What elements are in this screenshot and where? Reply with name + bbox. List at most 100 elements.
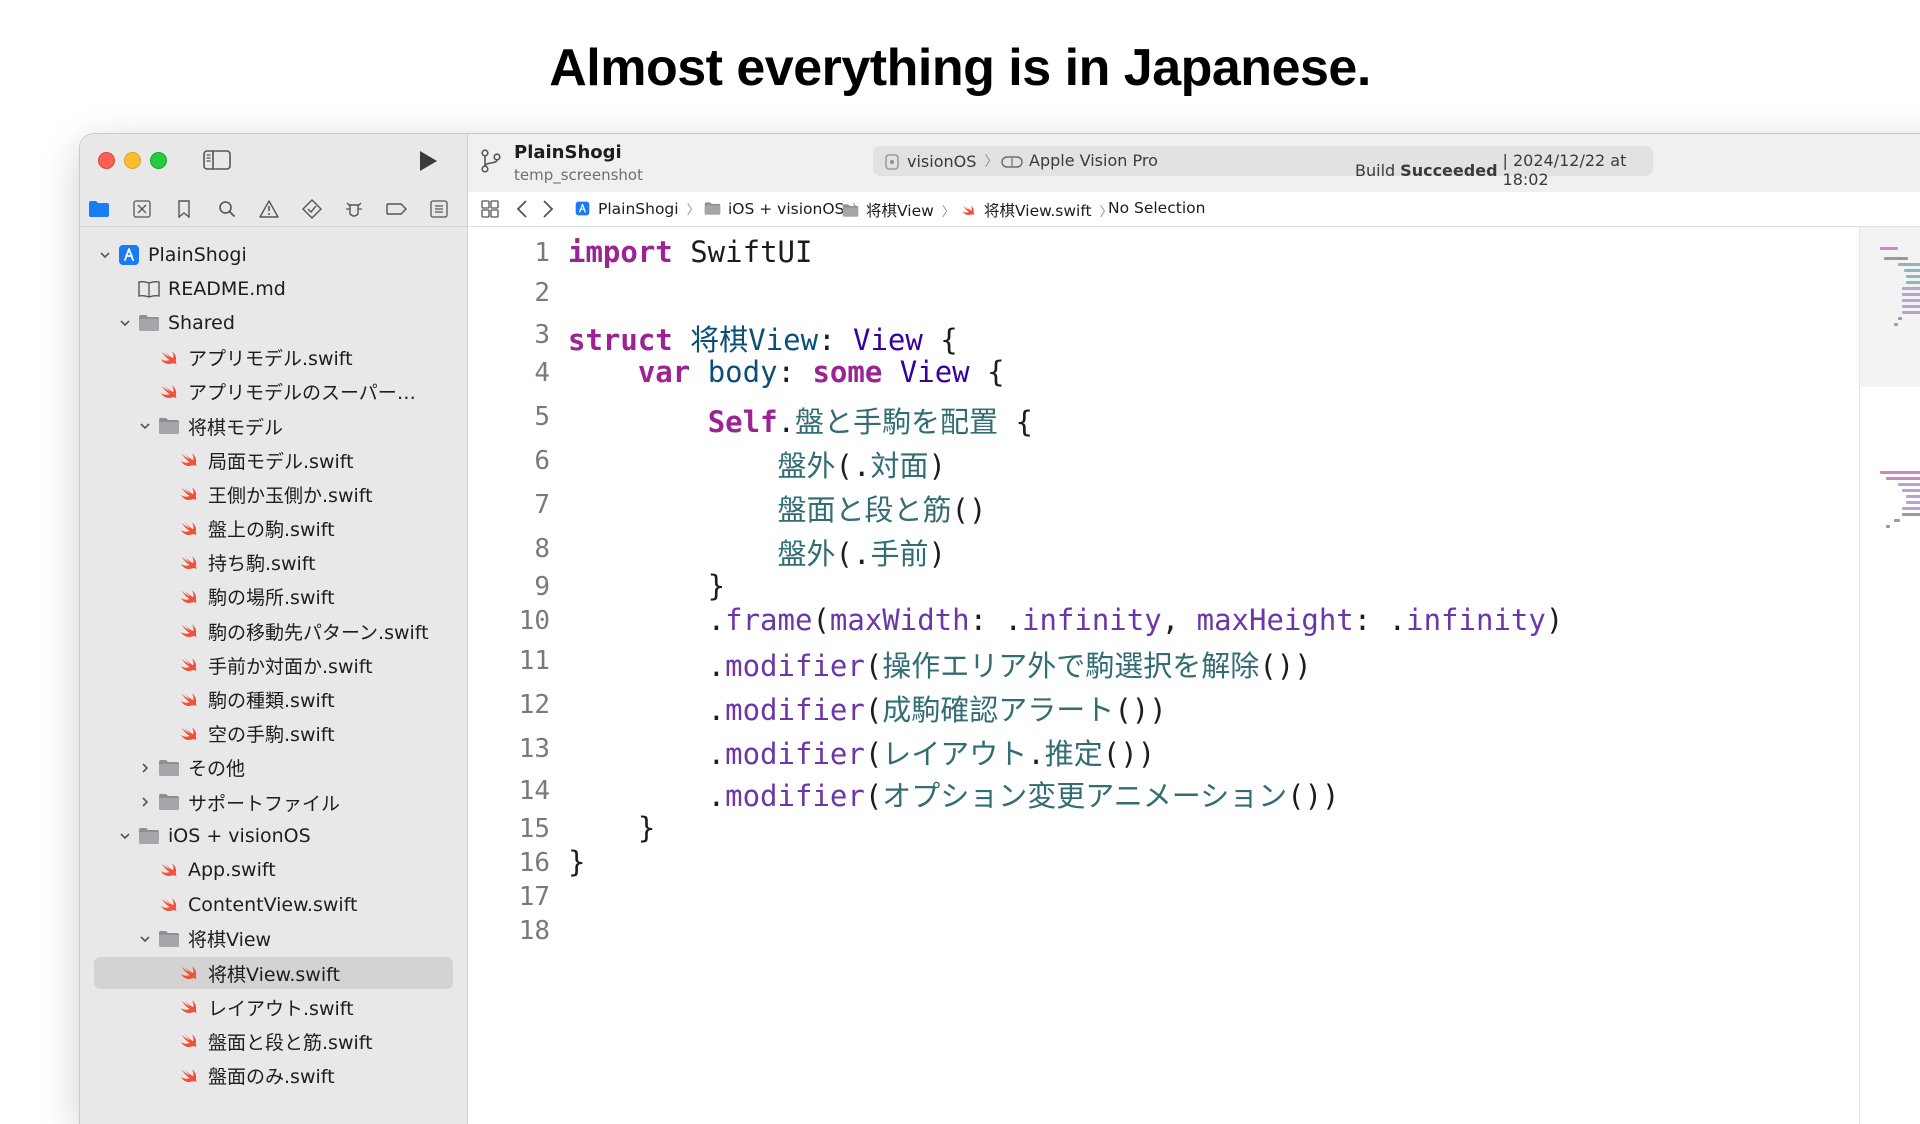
tree-file[interactable]: 盤面のみ.swift bbox=[80, 1059, 467, 1093]
tree-file[interactable]: アプリモデル.swift bbox=[80, 341, 467, 375]
tree-item-label: アプリモデルのスーパーク… bbox=[188, 382, 428, 405]
tree-item-label: 盤面のみ.swift bbox=[208, 1066, 335, 1089]
search-icon[interactable] bbox=[216, 198, 238, 220]
tree-file[interactable]: 将棋View.swift bbox=[80, 956, 467, 990]
tree-file[interactable]: 手前か対面か.swift bbox=[80, 648, 467, 682]
chevron-down-icon[interactable] bbox=[138, 932, 152, 946]
tree-file[interactable]: App.swift bbox=[80, 853, 467, 887]
code-line[interactable]: .modifier(操作エリア外で駒選択を解除()) bbox=[568, 643, 1312, 685]
chevron-down-icon[interactable] bbox=[118, 829, 132, 843]
back-chevron-icon[interactable] bbox=[512, 199, 532, 219]
code-line[interactable]: } bbox=[568, 811, 655, 845]
chevron-down-icon[interactable] bbox=[118, 316, 132, 330]
swift-icon bbox=[960, 201, 978, 219]
breadcrumb-item[interactable]: No Selection bbox=[1108, 199, 1205, 217]
breakpoint-icon[interactable] bbox=[385, 198, 408, 220]
breadcrumb-item[interactable]: PlainShogi 〉 bbox=[574, 199, 700, 218]
xcode-window: PlainShogi README.md Shared アプリモデル.swift アプリ… bbox=[80, 134, 1920, 1124]
code-token: : bbox=[777, 355, 813, 389]
breadcrumb-label: iOS + visionOS bbox=[728, 199, 845, 218]
debug-icon[interactable] bbox=[343, 198, 365, 220]
project-name[interactable]: PlainShogi bbox=[514, 142, 622, 163]
minimize-window-button[interactable] bbox=[124, 152, 141, 169]
minimap-line bbox=[1906, 275, 1920, 278]
code-token: 盤面と段と筋 bbox=[777, 493, 952, 527]
code-line[interactable]: 盤外(.対面) bbox=[568, 443, 946, 485]
code-line[interactable]: .modifier(レイアウト.推定()) bbox=[568, 731, 1156, 773]
sidebar-toggle-icon[interactable] bbox=[203, 150, 231, 170]
tree-file[interactable]: ContentView.swift bbox=[80, 888, 467, 922]
tree-file[interactable]: 駒の移動先パターン.swift bbox=[80, 614, 467, 648]
tree-file[interactable]: 盤面と段と筋.swift bbox=[80, 1024, 467, 1058]
code-token: maxWidth bbox=[829, 603, 970, 637]
code-line[interactable]: 盤面と段と筋() bbox=[568, 487, 987, 529]
tree-file[interactable]: 王側か玉側か.swift bbox=[80, 477, 467, 511]
code-line[interactable]: } bbox=[568, 845, 585, 879]
tree-item-label: 駒の場所.swift bbox=[208, 587, 335, 610]
close-window-button[interactable] bbox=[98, 152, 115, 169]
folder-icon bbox=[138, 313, 160, 333]
tree-folder[interactable]: 将棋モデル bbox=[80, 409, 467, 443]
minimap[interactable] bbox=[1859, 227, 1920, 1124]
breadcrumb-item[interactable]: 将棋View 〉 bbox=[842, 199, 955, 221]
chevron-down-icon[interactable] bbox=[138, 419, 152, 433]
scheme-selector[interactable]: visionOS 〉 bbox=[885, 151, 1006, 171]
tree-file[interactable]: 駒の場所.swift bbox=[80, 580, 467, 614]
code-line[interactable]: 盤外(.手前) bbox=[568, 531, 946, 573]
code-line[interactable]: .modifier(成駒確認アラート()) bbox=[568, 687, 1167, 729]
code-line[interactable]: struct 将棋View: View { bbox=[568, 317, 958, 359]
tree-folder[interactable]: iOS + visionOS bbox=[80, 819, 467, 853]
tree-folder[interactable]: その他 bbox=[80, 751, 467, 785]
folder-icon bbox=[138, 826, 160, 846]
breadcrumb-label: 将棋View.swift bbox=[984, 202, 1092, 220]
code-line[interactable]: import SwiftUI bbox=[568, 235, 812, 269]
code-line[interactable]: .frame(maxWidth: .infinity, maxHeight: .… bbox=[568, 603, 1564, 637]
code-token: (. bbox=[835, 537, 871, 571]
grid-icon[interactable] bbox=[480, 199, 500, 219]
swift-icon bbox=[178, 519, 200, 539]
tree-folder[interactable]: 将棋View bbox=[80, 922, 467, 956]
tree-file[interactable]: レイアウト.swift bbox=[80, 990, 467, 1024]
tree-folder[interactable]: Shared bbox=[80, 306, 467, 340]
report-icon[interactable] bbox=[428, 198, 450, 220]
source-control-icon[interactable] bbox=[131, 198, 153, 220]
code-token: . bbox=[1027, 737, 1045, 771]
tree-file[interactable]: 盤上の駒.swift bbox=[80, 512, 467, 546]
tree-file[interactable]: 駒の種類.swift bbox=[80, 682, 467, 716]
test-icon[interactable] bbox=[301, 198, 323, 220]
minimap-line bbox=[1902, 513, 1920, 516]
destination-selector[interactable]: Apple Vision Pro bbox=[1001, 151, 1158, 170]
forward-chevron-icon[interactable] bbox=[538, 199, 558, 219]
tree-folder[interactable]: サポートファイル bbox=[80, 785, 467, 819]
code-token: modifier bbox=[725, 779, 865, 813]
tree-file[interactable]: 局面モデル.swift bbox=[80, 443, 467, 477]
code-line[interactable]: var body: some View { bbox=[568, 355, 1005, 389]
warning-icon[interactable] bbox=[258, 198, 280, 220]
breadcrumb-item[interactable]: 将棋View.swift 〉 bbox=[960, 199, 1113, 221]
code-token: オプション変更アニメーション bbox=[882, 779, 1288, 813]
run-button[interactable] bbox=[415, 148, 441, 174]
chevron-down-icon[interactable] bbox=[98, 248, 112, 262]
chevron-right-icon[interactable] bbox=[138, 795, 152, 809]
zoom-window-button[interactable] bbox=[150, 152, 167, 169]
tree-item-label: 将棋View bbox=[188, 929, 272, 952]
code-line[interactable]: } bbox=[568, 569, 725, 603]
tree-file[interactable]: 持ち駒.swift bbox=[80, 546, 467, 580]
code-line[interactable]: .modifier(オプション変更アニメーション()) bbox=[568, 773, 1340, 815]
minimap-line bbox=[1902, 305, 1920, 308]
tree-item-label: 駒の種類.swift bbox=[208, 690, 335, 713]
folder-icon[interactable] bbox=[88, 198, 110, 220]
tree-file[interactable]: アプリモデルのスーパーク… bbox=[80, 375, 467, 409]
tree-file[interactable]: 空の手駒.swift bbox=[80, 717, 467, 751]
bookmark-icon[interactable] bbox=[173, 198, 195, 220]
chevron-right-icon[interactable] bbox=[138, 761, 152, 775]
breadcrumb-label: 将棋View bbox=[866, 202, 934, 220]
branch-icon[interactable] bbox=[480, 148, 502, 174]
source-editor[interactable]: 1 import SwiftUI 2 3 struct 将棋View: View {4 … bbox=[468, 227, 1860, 1124]
tree-file[interactable]: PlainShogi bbox=[80, 238, 467, 272]
code-token: modifier bbox=[725, 649, 865, 683]
code-line[interactable]: Self.盤と手駒を配置 { bbox=[568, 399, 1033, 441]
tree-file[interactable]: README.md bbox=[80, 272, 467, 306]
